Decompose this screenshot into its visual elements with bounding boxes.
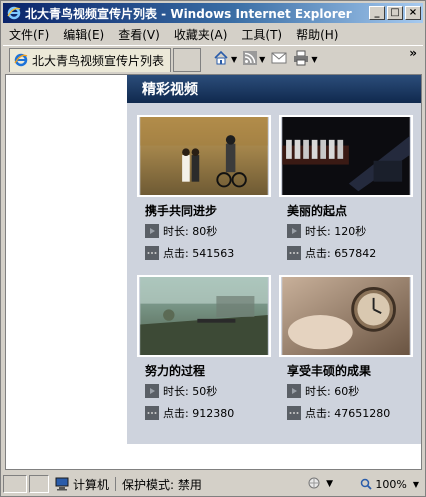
menu-favorites[interactable]: 收藏夹(A) bbox=[174, 26, 228, 43]
video-duration: 时长: 60秒 bbox=[287, 380, 413, 402]
video-thumbnail[interactable] bbox=[279, 275, 413, 357]
video-duration: 时长: 120秒 bbox=[287, 220, 413, 242]
more-dots-icon bbox=[145, 246, 159, 260]
tab-current-page[interactable]: 北大青鸟视频宣传片列表 bbox=[9, 47, 171, 72]
title-bar: 北大青鸟视频宣传片列表 - Windows Internet Explorer … bbox=[3, 3, 423, 23]
video-card[interactable]: 携手共同进步 时长: 80秒 点击: 541563 bbox=[137, 115, 271, 264]
more-dots-icon bbox=[287, 246, 301, 260]
video-panel: 精彩视频 携手共同进步 时长: 80秒 点击: 541563 美丽的起点 时长:… bbox=[127, 75, 421, 444]
tab-label: 北大青鸟视频宣传片列表 bbox=[32, 53, 165, 68]
chevron-down-icon: ▼ bbox=[231, 55, 238, 64]
clicks-text: 点击: 912380 bbox=[163, 407, 235, 420]
video-card[interactable]: 美丽的起点 时长: 120秒 点击: 657842 bbox=[279, 115, 413, 264]
zoom-magnifier-icon bbox=[360, 478, 373, 490]
menu-bar: 文件(F) 编辑(E) 查看(V) 收藏夹(A) 工具(T) 帮助(H) bbox=[3, 24, 423, 44]
mail-button[interactable] bbox=[269, 49, 289, 71]
rss-feed-icon bbox=[243, 51, 258, 68]
video-clicks: 点击: 47651280 bbox=[287, 402, 413, 424]
globe-lock-icon bbox=[307, 476, 323, 493]
video-title[interactable]: 享受丰硕的成果 bbox=[287, 362, 413, 380]
mail-icon bbox=[271, 52, 287, 67]
video-title[interactable]: 美丽的起点 bbox=[287, 202, 413, 220]
status-bar: 计算机 保护模式: 禁用 ▼ 100% ▼ bbox=[3, 473, 423, 495]
ie-window: 北大青鸟视频宣传片列表 - Windows Internet Explorer … bbox=[0, 0, 426, 497]
computer-icon bbox=[55, 477, 69, 491]
video-clicks: 点击: 912380 bbox=[145, 402, 271, 424]
more-dots-icon bbox=[145, 406, 159, 420]
clicks-text: 点击: 657842 bbox=[305, 247, 377, 260]
video-card[interactable]: 享受丰硕的成果 时长: 60秒 点击: 47651280 bbox=[279, 275, 413, 424]
menu-tools[interactable]: 工具(T) bbox=[241, 26, 282, 43]
protected-mode-label: 保护模式: 禁用 bbox=[122, 477, 202, 492]
duration-text: 时长: 60秒 bbox=[305, 385, 360, 398]
menu-file[interactable]: 文件(F) bbox=[9, 26, 49, 43]
video-title[interactable]: 努力的过程 bbox=[145, 362, 271, 380]
chevron-down-icon: ▼ bbox=[326, 479, 333, 489]
zoom-control[interactable]: 100% ▼ bbox=[360, 475, 419, 493]
play-icon bbox=[145, 224, 159, 238]
new-tab-button[interactable] bbox=[173, 47, 201, 72]
clicks-text: 点击: 541563 bbox=[163, 247, 235, 260]
duration-text: 时长: 50秒 bbox=[163, 385, 218, 398]
duration-text: 时长: 120秒 bbox=[305, 225, 367, 238]
maximize-button[interactable]: □ bbox=[387, 6, 403, 20]
menu-edit[interactable]: 编辑(E) bbox=[63, 26, 104, 43]
ie-logo-icon bbox=[6, 5, 22, 21]
minimize-button[interactable]: _ bbox=[369, 6, 385, 20]
close-button[interactable]: × bbox=[405, 6, 421, 20]
chevron-down-icon: ▼ bbox=[412, 479, 419, 489]
home-button[interactable]: ▼ bbox=[211, 49, 239, 71]
video-thumbnail[interactable] bbox=[137, 115, 271, 197]
feeds-button[interactable]: ▼ bbox=[241, 49, 267, 71]
home-icon bbox=[213, 50, 229, 69]
command-bar: ▼ ▼ ▼ bbox=[211, 49, 319, 71]
security-zone[interactable]: 计算机 保护模式: 禁用 bbox=[51, 475, 206, 493]
video-title[interactable]: 携手共同进步 bbox=[145, 202, 271, 220]
menu-view[interactable]: 查看(V) bbox=[118, 26, 160, 43]
ie-page-icon bbox=[14, 53, 28, 67]
status-separator bbox=[115, 477, 117, 491]
duration-text: 时长: 80秒 bbox=[163, 225, 218, 238]
clicks-text: 点击: 47651280 bbox=[305, 407, 391, 420]
panel-header: 精彩视频 bbox=[127, 75, 421, 103]
video-clicks: 点击: 541563 bbox=[145, 242, 271, 264]
printer-icon bbox=[293, 50, 309, 69]
play-icon bbox=[287, 224, 301, 238]
video-duration: 时长: 50秒 bbox=[145, 380, 271, 402]
status-cell bbox=[29, 475, 49, 493]
tab-row: 北大青鸟视频宣传片列表 ▼ ▼ ▼ » bbox=[3, 45, 423, 73]
window-title: 北大青鸟视频宣传片列表 - Windows Internet Explorer bbox=[25, 6, 352, 21]
video-thumbnail[interactable] bbox=[137, 275, 271, 357]
more-dots-icon bbox=[287, 406, 301, 420]
play-icon bbox=[287, 384, 301, 398]
zone-settings-button[interactable]: ▼ bbox=[307, 475, 333, 493]
menu-help[interactable]: 帮助(H) bbox=[296, 26, 338, 43]
video-clicks: 点击: 657842 bbox=[287, 242, 413, 264]
zone-label: 计算机 bbox=[73, 477, 110, 492]
toolbar-overflow-button[interactable]: » bbox=[409, 46, 417, 60]
status-cell bbox=[3, 475, 27, 493]
page-viewport: 精彩视频 携手共同进步 时长: 80秒 点击: 541563 美丽的起点 时长:… bbox=[5, 74, 422, 470]
chevron-down-icon: ▼ bbox=[311, 55, 318, 64]
video-thumbnail[interactable] bbox=[279, 115, 413, 197]
video-card[interactable]: 努力的过程 时长: 50秒 点击: 912380 bbox=[137, 275, 271, 424]
chevron-down-icon: ▼ bbox=[259, 55, 266, 64]
video-duration: 时长: 80秒 bbox=[145, 220, 271, 242]
print-button[interactable]: ▼ bbox=[291, 49, 319, 71]
play-icon bbox=[145, 384, 159, 398]
zoom-level: 100% bbox=[375, 477, 407, 491]
